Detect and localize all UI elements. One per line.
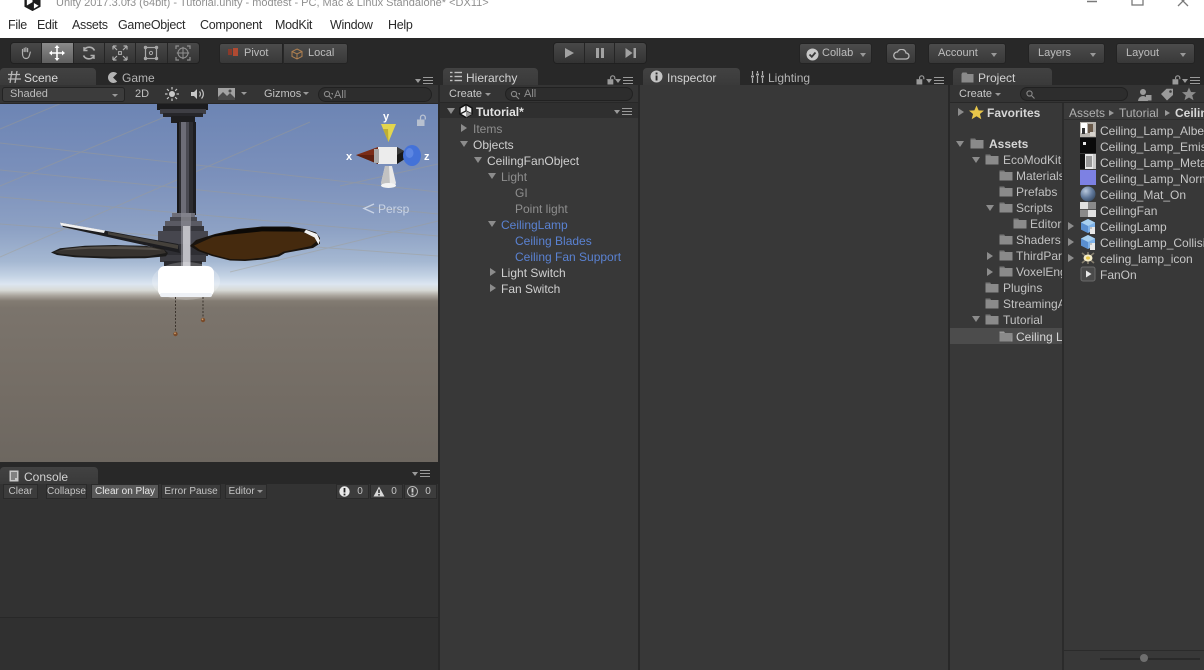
svg-text:Persp: Persp: [378, 202, 410, 216]
svg-text:x: x: [346, 151, 353, 163]
svg-text:z: z: [424, 151, 430, 163]
svg-text:y: y: [383, 111, 390, 123]
